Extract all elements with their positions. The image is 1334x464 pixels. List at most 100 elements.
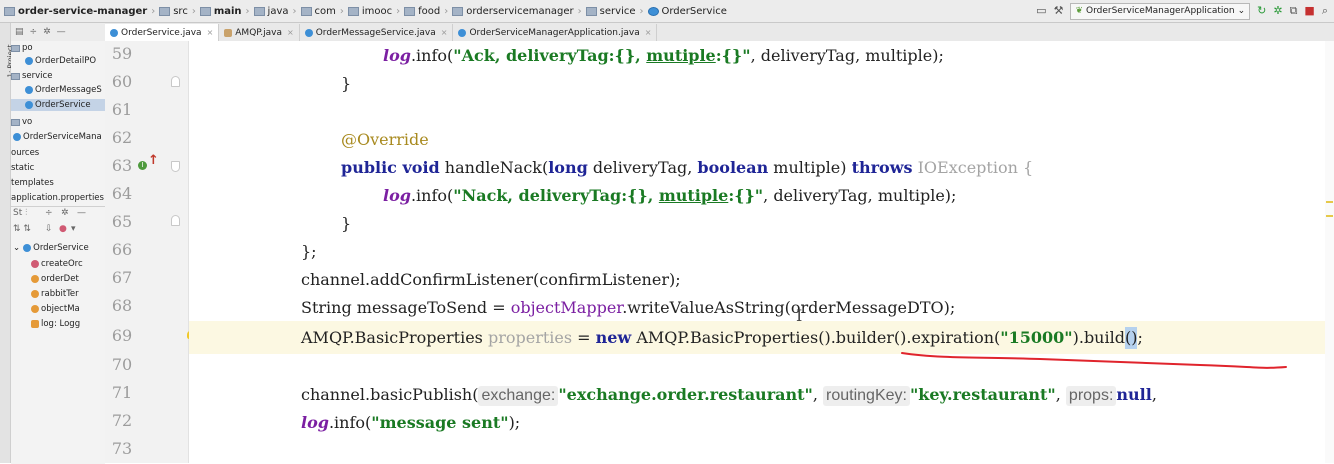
spring-icon: ❦ — [1075, 6, 1083, 16]
warning-marker[interactable] — [1326, 215, 1333, 217]
warning-marker[interactable] — [1326, 201, 1333, 203]
hide-icon[interactable]: — — [77, 208, 86, 218]
param-hint-exchange: exchange: — [478, 386, 559, 406]
folder-icon — [404, 6, 416, 16]
structure-item[interactable]: orderDet — [31, 273, 79, 285]
folder-icon — [300, 6, 312, 16]
line-number: 72 — [111, 411, 133, 430]
override-arrow-icon[interactable]: ↑ — [148, 153, 159, 168]
tree-item[interactable]: service — [11, 70, 52, 82]
breadcrumb-item[interactable]: order-service-manager — [4, 6, 147, 17]
tree-item[interactable]: templates — [11, 177, 54, 189]
project-toolbar: ▤ ÷ ✲ — — [11, 23, 105, 41]
module-icon — [4, 6, 15, 16]
close-icon[interactable]: × — [287, 28, 294, 37]
code-line-71: channel.basicPublish(exchange: "exchange.… — [301, 385, 1157, 406]
sort-alpha-icon[interactable]: St ⫶ — [13, 208, 27, 218]
line-number: 73 — [111, 439, 133, 458]
chevron-down-icon: ⌄ — [1237, 6, 1246, 16]
run-toolbar: ▭ ⚒ ❦ OrderServiceManagerApplication ⌄ ↻ ✲… — [1036, 2, 1328, 20]
close-icon[interactable]: × — [441, 28, 448, 37]
close-icon[interactable]: × — [645, 28, 652, 37]
method-filter-icon[interactable]: ● — [59, 224, 67, 234]
run-configuration-select[interactable]: ❦ OrderServiceManagerApplication ⌄ — [1070, 2, 1251, 20]
code-editor[interactable]: log.info("Ack, deliveryTag:{}, mutiple:{… — [189, 41, 1334, 463]
breadcrumb-item[interactable]: service — [585, 6, 636, 17]
hide-icon[interactable]: — — [57, 27, 66, 37]
breadcrumb-item[interactable]: OrderService — [647, 6, 727, 17]
line-number: 61 — [111, 100, 133, 119]
editor-tabs: OrderService.java × AMQP.java × OrderMessa… — [105, 23, 1334, 42]
class-icon — [110, 28, 118, 37]
split-icon[interactable]: ÷ — [45, 208, 53, 218]
structure-root[interactable]: ⌄ OrderService — [13, 242, 89, 254]
breadcrumb-item[interactable]: food — [404, 6, 440, 17]
tab-amqp[interactable]: AMQP.java × — [219, 24, 300, 41]
param-hint-props: props: — [1065, 386, 1117, 406]
line-number: 63 — [111, 156, 133, 175]
tree-item[interactable]: vo — [11, 116, 32, 128]
tree-item[interactable]: OrderDetailPO — [25, 55, 96, 67]
code-line-67: channel.addConfirmListener(confirmListen… — [301, 270, 681, 289]
class-icon — [25, 101, 33, 109]
more-icon[interactable]: ▾ — [71, 224, 76, 234]
gear-icon[interactable]: ✲ — [61, 208, 69, 218]
breadcrumb-item[interactable]: main — [199, 6, 242, 17]
debug-icon[interactable]: ✲ — [1273, 3, 1282, 19]
folder-icon — [253, 6, 265, 16]
error-stripe[interactable] — [1325, 41, 1334, 463]
structure-item[interactable]: rabbitTer — [31, 288, 79, 300]
tab-orderservicemanagerapplication[interactable]: OrderServiceManagerApplication.java × — [453, 24, 658, 41]
stop-icon[interactable]: ■ — [1304, 3, 1314, 19]
tree-item[interactable]: application.properties — [11, 192, 104, 204]
structure-panel: St ⫶ ÷ ✲ — ⇅ ⇅ ⇩ ● ▾ ⌄ OrderService creat… — [11, 206, 105, 464]
line-number: 71 — [111, 383, 133, 402]
breadcrumb-item[interactable]: imooc — [347, 6, 392, 17]
close-icon[interactable]: × — [207, 28, 214, 37]
breadcrumb-item[interactable]: java — [253, 6, 289, 17]
breadcrumb-item[interactable]: com — [300, 6, 336, 17]
window-icon[interactable]: ▭ — [1036, 3, 1046, 19]
split-icon[interactable]: ÷ — [30, 27, 38, 37]
tree-item[interactable]: static — [11, 162, 34, 174]
tab-ordermessageservice[interactable]: OrderMessageService.java × — [300, 24, 454, 41]
gear-icon[interactable]: ✲ — [43, 27, 51, 37]
class-icon — [23, 244, 32, 252]
structure-item[interactable]: createOrc — [31, 258, 83, 270]
coverage-icon[interactable]: ⧉ — [1290, 3, 1298, 19]
field-icon — [31, 275, 39, 283]
fold-marker[interactable] — [171, 76, 180, 87]
tree-item-selected[interactable]: OrderService — [11, 99, 105, 111]
line-number: 70 — [111, 355, 133, 374]
line-number: 66 — [111, 240, 133, 259]
line-number: 67 — [111, 268, 133, 287]
folder-icon — [452, 6, 464, 16]
search-icon[interactable]: ⌕ — [1322, 3, 1328, 19]
tree-item[interactable]: OrderMessageS — [25, 84, 102, 96]
tree-item[interactable]: OrderServiceMana — [13, 131, 102, 143]
project-tree: po OrderDetailPO service OrderMessageS O… — [11, 41, 105, 206]
folder-icon — [159, 6, 171, 16]
interface-icon — [224, 28, 233, 37]
code-line-66: }; — [301, 242, 317, 261]
hammer-icon[interactable]: ⚒ — [1054, 3, 1064, 19]
breadcrumb-item[interactable]: orderservicemanager — [452, 6, 574, 17]
implement-icon[interactable]: I — [138, 161, 147, 170]
fold-marker[interactable] — [171, 161, 180, 172]
class-icon — [25, 86, 33, 94]
field-icon — [31, 305, 39, 313]
tree-item[interactable]: po — [11, 42, 33, 54]
field-icon — [31, 290, 39, 298]
filter-icon[interactable]: ⇩ — [45, 224, 53, 234]
layout-icon[interactable]: ▤ — [15, 27, 24, 37]
structure-item[interactable]: objectMa — [31, 303, 80, 315]
folder-icon — [347, 6, 359, 16]
structure-item[interactable]: log: Logg — [31, 318, 80, 330]
sort-icon[interactable]: ⇅ ⇅ — [13, 224, 31, 234]
tab-orderservice[interactable]: OrderService.java × — [105, 24, 220, 41]
fold-marker[interactable] — [171, 215, 180, 226]
tree-item[interactable]: ources — [11, 147, 39, 159]
breadcrumb-item[interactable]: src — [159, 6, 188, 17]
class-icon — [647, 6, 659, 16]
rerun-icon[interactable]: ↻ — [1257, 3, 1266, 19]
